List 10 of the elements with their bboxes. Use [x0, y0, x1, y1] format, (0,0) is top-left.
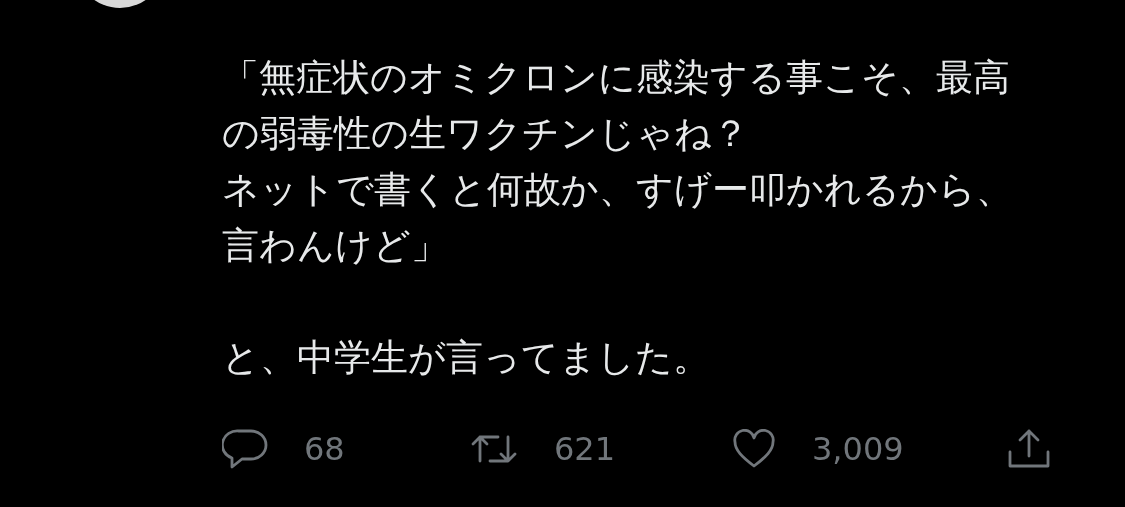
retweet-count: 621: [554, 429, 616, 469]
like-count: 3,009: [812, 429, 904, 469]
reply-count: 68: [304, 429, 345, 469]
heart-icon[interactable]: [732, 429, 776, 469]
tweet-text: と、中学生が言ってました。: [222, 335, 711, 381]
tweet-text: 言わんけど」: [222, 223, 449, 269]
reply-icon[interactable]: [222, 428, 268, 470]
tweet-text: ネットで書くと何故か、すげー叩かれるから、: [222, 167, 1014, 213]
share-icon[interactable]: [1007, 428, 1051, 470]
tweet-text: 「無症状のオミクロンに感染する事こそ、最高の弱毒性の生ワクチンじゃね？: [222, 55, 1011, 157]
